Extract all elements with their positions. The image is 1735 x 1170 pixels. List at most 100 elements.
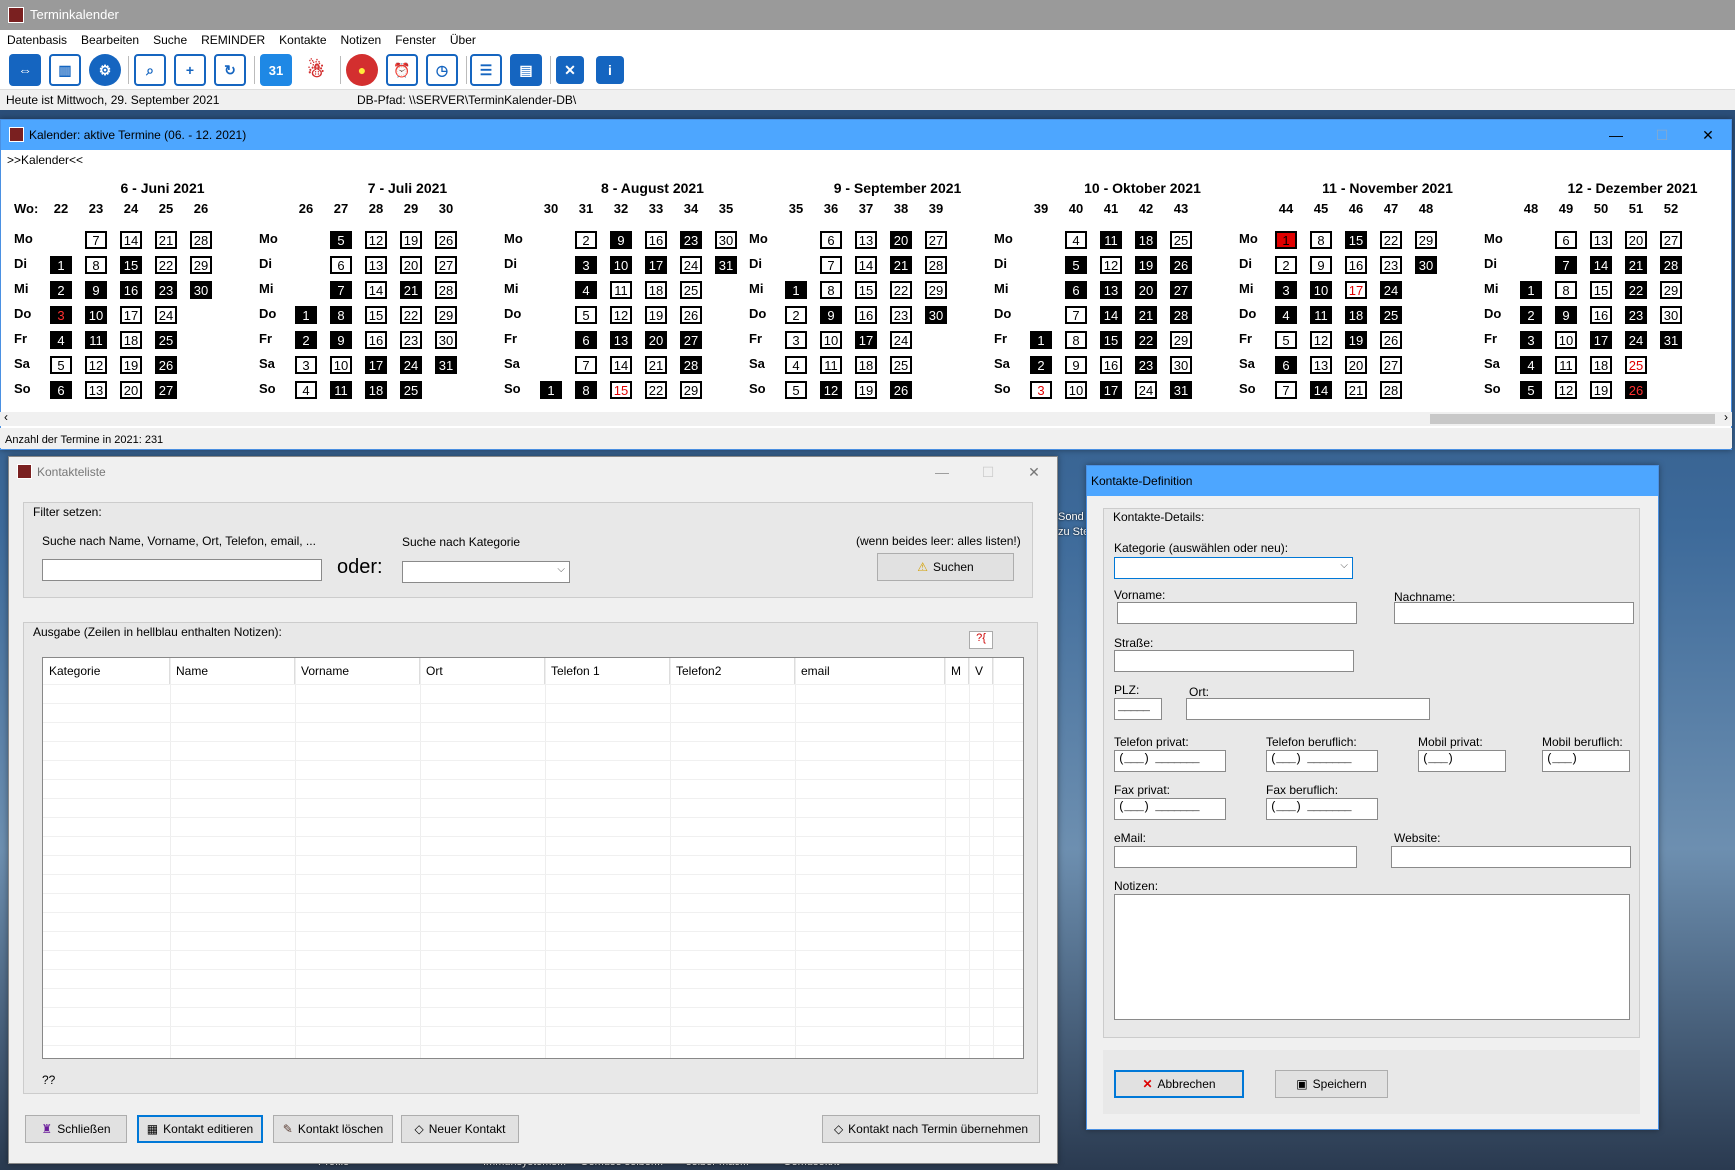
search-button[interactable]: ⚠ Suchen (877, 553, 1014, 581)
calendar-refresh-icon[interactable]: ↻ (214, 54, 246, 86)
calendar-day[interactable]: 29 (190, 256, 212, 274)
calendar-day[interactable]: 11 (330, 381, 352, 399)
calendar-day[interactable]: 27 (925, 231, 947, 249)
calendar-day[interactable]: 28 (680, 356, 702, 374)
calendar-day[interactable]: 19 (645, 306, 667, 324)
menu-bearbeiten[interactable]: Bearbeiten (74, 33, 146, 47)
calendar-day[interactable]: 20 (645, 331, 667, 349)
calendar-day[interactable]: 31 (1170, 381, 1192, 399)
calendar-day[interactable]: 4 (295, 381, 317, 399)
calendar-day[interactable]: 15 (1100, 331, 1122, 349)
calendar-day[interactable]: 27 (1380, 356, 1402, 374)
calendar-day[interactable]: 8 (85, 256, 107, 274)
calendar-day[interactable]: 21 (645, 356, 667, 374)
calendar-day[interactable]: 6 (1555, 231, 1577, 249)
calendar-day[interactable]: 1 (1520, 281, 1542, 299)
calendar-day[interactable]: 25 (1170, 231, 1192, 249)
calendar-day[interactable]: 26 (890, 381, 912, 399)
fax-privat-field[interactable]: (___) _______ (1114, 798, 1226, 820)
calendar-day[interactable]: 2 (575, 231, 597, 249)
calendar-day[interactable]: 19 (855, 381, 877, 399)
calendar-day[interactable]: 14 (1100, 306, 1122, 324)
calendar-day[interactable]: 12 (1100, 256, 1122, 274)
calendar-day[interactable]: 19 (1590, 381, 1612, 399)
calendar-day[interactable]: 23 (680, 231, 702, 249)
calendar-day[interactable]: 14 (1310, 381, 1332, 399)
calendar-day[interactable]: 19 (400, 231, 422, 249)
calendar-day[interactable]: 3 (785, 331, 807, 349)
calendar-day[interactable]: 3 (575, 256, 597, 274)
calendar-day[interactable]: 23 (400, 331, 422, 349)
calendar-day[interactable]: 21 (890, 256, 912, 274)
calendar-day[interactable]: 18 (1345, 306, 1367, 324)
calendar-day[interactable]: 10 (330, 356, 352, 374)
new-contact-button[interactable]: ◇ Neuer Kontakt (401, 1115, 519, 1143)
calendar-day[interactable]: 25 (1625, 356, 1647, 374)
calendar-day[interactable]: 3 (1520, 331, 1542, 349)
calendar-day[interactable]: 16 (1100, 356, 1122, 374)
chart-icon[interactable]: ▥ (49, 54, 81, 86)
calendar-day[interactable]: 20 (1345, 356, 1367, 374)
calendar-day[interactable]: 11 (1555, 356, 1577, 374)
calendar-day[interactable]: 28 (435, 281, 457, 299)
nachname-field[interactable] (1394, 602, 1634, 624)
calendar-day[interactable]: 26 (435, 231, 457, 249)
calendar-day[interactable]: 3 (50, 306, 72, 324)
calendar-day[interactable]: 9 (610, 231, 632, 249)
calendar-day[interactable]: 21 (1625, 256, 1647, 274)
col-ort[interactable]: Ort (420, 658, 545, 684)
calendar-nav-link[interactable]: >>Kalender<< (7, 153, 83, 167)
help-icon[interactable]: ?{ (969, 631, 993, 649)
calendar-day[interactable]: 29 (435, 306, 457, 324)
calendar-day[interactable]: 26 (1625, 381, 1647, 399)
calendar-day[interactable]: 10 (610, 256, 632, 274)
calendar-bell-icon[interactable]: ◷ (426, 54, 458, 86)
save-button[interactable]: ▣ Speichern (1275, 1070, 1388, 1098)
calendar-day[interactable]: 3 (1030, 381, 1052, 399)
calendar-day[interactable]: 26 (1380, 331, 1402, 349)
calendar-day[interactable]: 9 (85, 281, 107, 299)
edit-contact-button[interactable]: ▦ Kontakt editieren (137, 1115, 263, 1143)
calendar-day[interactable]: 15 (1590, 281, 1612, 299)
form-icon[interactable]: ☰ (470, 54, 502, 86)
calendar-day[interactable]: 25 (155, 331, 177, 349)
calendar-day[interactable]: 4 (1065, 231, 1087, 249)
calendar-day[interactable]: 12 (1310, 331, 1332, 349)
calendar-day[interactable]: 1 (295, 306, 317, 324)
calendar-day[interactable]: 19 (1345, 331, 1367, 349)
calendar-day[interactable]: 12 (365, 231, 387, 249)
calendar-day[interactable]: 11 (1310, 306, 1332, 324)
calendar-day[interactable]: 13 (365, 256, 387, 274)
calendar-day[interactable]: 20 (120, 381, 142, 399)
calendar-day[interactable]: 17 (120, 306, 142, 324)
calendar-day[interactable]: 1 (540, 381, 562, 399)
calendar-day[interactable]: 18 (1135, 231, 1157, 249)
calendar-day[interactable]: 29 (680, 381, 702, 399)
col-name[interactable]: Name (170, 658, 295, 684)
calendar-day[interactable]: 11 (610, 281, 632, 299)
calendar-day[interactable]: 27 (155, 381, 177, 399)
menu-datenbasis[interactable]: Datenbasis (0, 33, 74, 47)
vorname-field[interactable] (1117, 602, 1357, 624)
calendar-day[interactable]: 30 (1660, 306, 1682, 324)
calendar-day[interactable]: 14 (610, 356, 632, 374)
calendar-day[interactable]: 9 (330, 331, 352, 349)
col-kategorie[interactable]: Kategorie (43, 658, 170, 684)
calendar-day[interactable]: 10 (1310, 281, 1332, 299)
calendar-day[interactable]: 12 (85, 356, 107, 374)
menu-notizen[interactable]: Notizen (334, 33, 389, 47)
scroll-left-icon[interactable]: ‹ (4, 410, 8, 424)
calendar-day[interactable]: 30 (925, 306, 947, 324)
calendar-day[interactable]: 15 (1345, 231, 1367, 249)
calendar-day[interactable]: 16 (645, 231, 667, 249)
calendar-day[interactable]: 26 (155, 356, 177, 374)
calendar-day[interactable]: 26 (1170, 256, 1192, 274)
calendar-alarm-icon[interactable]: ⏰ (386, 54, 418, 86)
calendar-day[interactable]: 14 (1590, 256, 1612, 274)
close-icon[interactable]: ✕ (1011, 457, 1057, 487)
calendar-day[interactable]: 21 (1345, 381, 1367, 399)
strasse-field[interactable] (1114, 650, 1354, 672)
calendar-day[interactable]: 3 (1275, 281, 1297, 299)
calendar-day[interactable]: 5 (1275, 331, 1297, 349)
calendar-day[interactable]: 6 (1275, 356, 1297, 374)
